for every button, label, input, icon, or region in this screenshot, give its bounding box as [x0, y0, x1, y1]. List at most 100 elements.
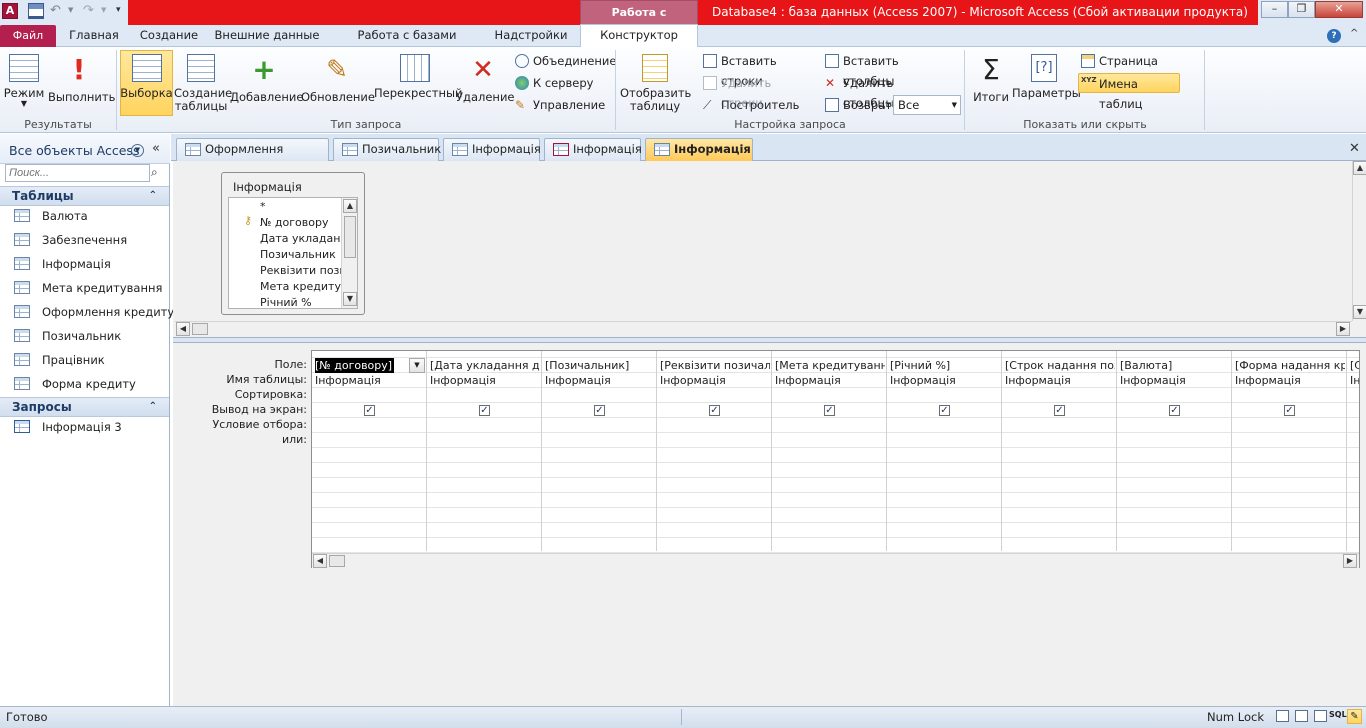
update-button[interactable]: ✎ Обновление	[301, 50, 375, 116]
grid-field-cell[interactable]: [Реквізити позичальн	[660, 358, 770, 373]
nav-search-input[interactable]	[5, 164, 150, 182]
nav-table-item[interactable]: Працівник	[14, 350, 105, 370]
nav-table-item[interactable]: Мета кредитування	[14, 278, 162, 298]
nav-table-item[interactable]: Інформація	[14, 254, 111, 274]
return-dropdown-icon[interactable]: ▼	[952, 96, 957, 114]
tab-design-label[interactable]: Конструктор	[580, 25, 698, 47]
grid-field-cell[interactable]: [Річний %]	[890, 358, 1000, 373]
run-button[interactable]: ! Выполнить	[48, 50, 115, 116]
nav-table-item[interactable]: Позичальник	[14, 326, 121, 346]
show-checkbox[interactable]: ✓	[1169, 405, 1180, 416]
grid-field-cell[interactable]: [Валюта]	[1120, 358, 1230, 373]
show-checkbox[interactable]: ✓	[939, 405, 950, 416]
grid-field-cell[interactable]: [С	[1350, 358, 1359, 373]
show-checkbox[interactable]: ✓	[594, 405, 605, 416]
field-list-item[interactable]: Дата укладанн	[229, 231, 348, 247]
grid-table-cell[interactable]: Інформація	[315, 373, 381, 388]
nav-table-item[interactable]: Валюта	[14, 206, 88, 226]
close-button[interactable]: ✕	[1315, 1, 1363, 18]
access-logo-icon[interactable]: A	[2, 3, 18, 19]
grid-column[interactable]: [№ договору] ▼ Інформація ✓	[312, 351, 427, 551]
grid-column[interactable]: [Форма надання кре Інформація ✓	[1232, 351, 1347, 551]
field-dropdown-button[interactable]: ▼	[409, 358, 425, 373]
grid-column[interactable]: [Позичальник] Інформація ✓	[542, 351, 657, 551]
upper-pane-vscroll[interactable]: ▲ ▼	[1352, 161, 1366, 321]
grid-table-cell[interactable]: Інформація	[890, 373, 956, 388]
grid-table-cell[interactable]: Інформація	[775, 373, 841, 388]
grid-table-cell[interactable]: Ін	[1350, 373, 1359, 388]
field-list-item[interactable]: Позичальник	[229, 247, 336, 263]
nav-pane-menu-icon[interactable]: ▼	[131, 144, 144, 157]
grid-table-cell[interactable]: Інформація	[660, 373, 726, 388]
builder-button[interactable]: ⟋ Построитель	[701, 95, 813, 115]
query-design-grid[interactable]: [№ договору] ▼ Інформація ✓ [Дата уклада…	[311, 350, 1360, 568]
scroll-down-icon[interactable]: ▼	[343, 292, 357, 306]
field-list-item[interactable]: № договору	[229, 215, 329, 231]
field-list-item[interactable]: Річний %	[229, 295, 312, 308]
scroll-up-icon[interactable]: ▲	[1353, 161, 1366, 175]
field-list-title[interactable]: Інформація	[233, 180, 302, 194]
grid-column[interactable]: [Мета кредитування] Інформація ✓	[772, 351, 887, 551]
nav-table-item[interactable]: Форма кредиту	[14, 374, 136, 394]
field-list-item[interactable]: *	[229, 199, 266, 215]
field-list[interactable]: * ⚷ № договору Дата укладанн Позичальник…	[228, 197, 358, 309]
scroll-thumb[interactable]	[329, 555, 345, 567]
scroll-left-icon[interactable]: ◀	[313, 554, 327, 568]
redo-icon[interactable]: ↷	[83, 3, 99, 19]
grid-column[interactable]: [Реквізити позичальн Інформація ✓	[657, 351, 772, 551]
doc-tab[interactable]: Позичальник	[333, 138, 441, 161]
customize-qat-icon[interactable]: ▾	[116, 5, 121, 15]
tab-database-tools[interactable]: Работа с базами данных	[334, 25, 480, 63]
tab-external-data[interactable]: Внешние данные	[214, 25, 320, 47]
show-table-button[interactable]: Отобразить таблицу	[620, 50, 691, 116]
show-checkbox[interactable]: ✓	[709, 405, 720, 416]
scroll-up-icon[interactable]: ▲	[343, 199, 357, 213]
field-list-item[interactable]: Мета кредитува	[229, 279, 354, 295]
help-icon[interactable]: ?	[1327, 29, 1341, 43]
grid-field-cell[interactable]: [Позичальник]	[545, 358, 655, 373]
scroll-thumb[interactable]	[344, 216, 356, 258]
grid-column[interactable]: [С Ін	[1347, 351, 1359, 551]
scroll-right-icon[interactable]: ▶	[1343, 554, 1357, 568]
show-checkbox[interactable]: ✓	[364, 405, 375, 416]
grid-field-cell[interactable]: [Мета кредитування]	[775, 358, 885, 373]
field-list-item[interactable]: Реквізити пози	[229, 263, 347, 279]
collapse-ribbon-icon[interactable]: ^	[1350, 28, 1358, 39]
upper-pane-hscroll[interactable]: ◀ ▶	[175, 321, 1352, 336]
return-select[interactable]: Все ▼	[893, 95, 961, 115]
show-checkbox[interactable]: ✓	[1054, 405, 1065, 416]
maximize-button[interactable]: ❐	[1288, 1, 1315, 18]
nav-pane-title[interactable]: Все объекты Access	[9, 143, 139, 158]
design-view-icon[interactable]: ✎	[1347, 709, 1362, 724]
grid-table-cell[interactable]: Інформація	[430, 373, 496, 388]
tab-home[interactable]: Главная	[66, 25, 122, 47]
undo-icon[interactable]: ↶	[50, 3, 66, 19]
grid-column[interactable]: [Строк надання пози Інформація ✓	[1002, 351, 1117, 551]
search-icon[interactable]: ⌕	[151, 165, 158, 180]
scroll-left-icon[interactable]: ◀	[176, 322, 190, 336]
table-names-button[interactable]: XYZ Имена таблиц	[1078, 73, 1180, 111]
field-list-scrollbar[interactable]: ▲ ▼	[341, 198, 357, 308]
parameters-button[interactable]: [?] Параметры	[1012, 50, 1081, 116]
data-definition-button[interactable]: ✎ Управление	[513, 95, 613, 115]
tab-create[interactable]: Создание	[136, 25, 202, 47]
grid-hscroll[interactable]: ◀ ▶	[312, 553, 1359, 568]
pivot-chart-view-icon[interactable]	[1314, 710, 1327, 722]
scroll-down-icon[interactable]: ▼	[1353, 305, 1366, 319]
nav-section-queries[interactable]: Запросы ⌃	[0, 397, 169, 417]
pass-through-button[interactable]: К серверу	[513, 73, 613, 93]
datasheet-view-icon[interactable]	[1276, 710, 1289, 722]
grid-table-cell[interactable]: Інформація	[1235, 373, 1301, 388]
tab-file[interactable]: Файл	[0, 25, 56, 47]
section-collapse-icon[interactable]: ⌃	[149, 398, 157, 416]
insert-rows-button[interactable]: Вставить строки	[701, 51, 813, 88]
view-button[interactable]: Режим ▼	[2, 50, 46, 116]
grid-column[interactable]: [Дата укладання дого Інформація ✓	[427, 351, 542, 551]
undo-dropdown-icon[interactable]: ▼	[68, 6, 73, 14]
grid-table-cell[interactable]: Інформація	[545, 373, 611, 388]
delete-columns-button[interactable]: ✕ Удалить столбцы	[823, 73, 943, 110]
scroll-right-icon[interactable]: ▶	[1336, 322, 1350, 336]
nav-pane-collapse-icon[interactable]: «	[152, 141, 160, 156]
grid-table-cell[interactable]: Інформація	[1120, 373, 1186, 388]
append-button[interactable]: + Добавление	[230, 50, 303, 116]
